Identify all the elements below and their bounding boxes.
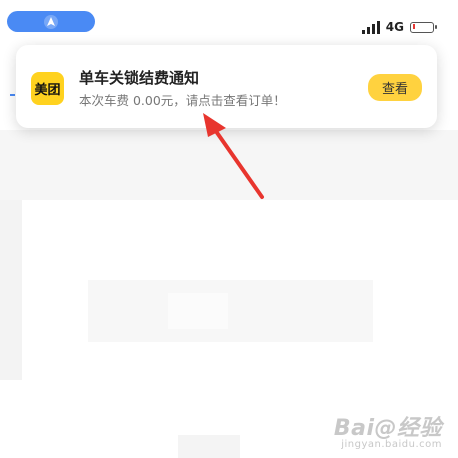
watermark-url: jingyan.baidu.com bbox=[341, 439, 442, 450]
signal-bars-icon bbox=[361, 20, 380, 34]
background-panel bbox=[88, 280, 373, 342]
navigation-arrow-icon bbox=[44, 14, 58, 29]
meituan-app-icon: 美团 bbox=[31, 72, 64, 105]
notification-card[interactable]: 美团 单车关锁结费通知 本次车费 0.00元，请点击查看订单！ 查看 bbox=[16, 45, 437, 128]
watermark: Bai@经验 jingyan.baidu.com bbox=[334, 410, 442, 450]
battery-low-icon bbox=[410, 21, 437, 33]
view-order-button[interactable]: 查看 bbox=[368, 74, 422, 101]
background-panel bbox=[178, 435, 240, 458]
notification-body: 本次车费 0.00元，请点击查看订单！ bbox=[79, 93, 286, 108]
background-panel bbox=[0, 200, 22, 380]
watermark-logo: Bai@经验 bbox=[333, 416, 442, 441]
tab-indicator bbox=[10, 94, 15, 96]
network-type: 4G bbox=[385, 20, 404, 34]
navigation-pill[interactable] bbox=[7, 11, 95, 32]
background-panel bbox=[0, 130, 458, 200]
background-panel bbox=[168, 293, 228, 329]
status-indicators: 4G bbox=[361, 18, 437, 36]
notification-title: 单车关锁结费通知 bbox=[79, 69, 200, 87]
